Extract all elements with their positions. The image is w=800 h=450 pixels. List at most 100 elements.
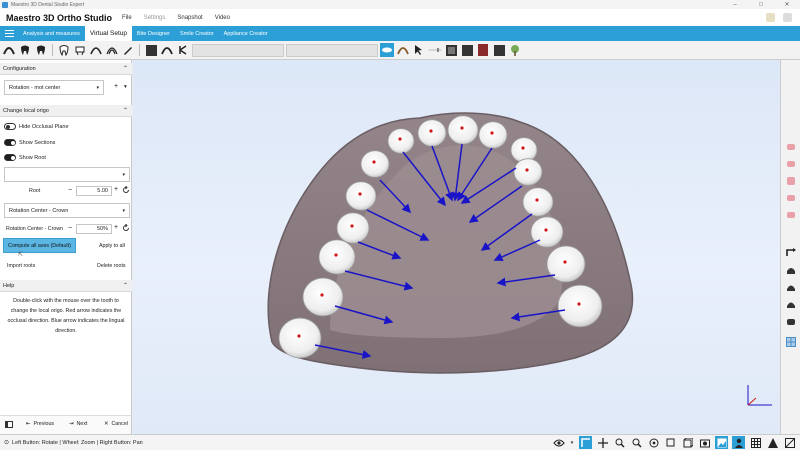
rotation-center-select[interactable]: Rotation Center - Crown ▾ xyxy=(4,203,130,218)
toolbar-combo-1[interactable] xyxy=(192,43,284,57)
reset-icon[interactable] xyxy=(122,223,130,234)
configuration-select[interactable]: Rotation - mot center ▾ xyxy=(4,80,104,95)
tooth[interactable] xyxy=(302,277,344,317)
3d-viewport[interactable] xyxy=(133,60,780,434)
add-configuration-button[interactable]: + xyxy=(114,83,118,90)
previous-button[interactable]: ⇤ Previous xyxy=(26,421,54,427)
tooth[interactable] xyxy=(345,181,377,211)
toolbar-combo-2[interactable] xyxy=(286,43,378,57)
rotation-decrement-button[interactable]: − xyxy=(68,225,72,232)
configuration-header[interactable]: Configuration ⌃ xyxy=(0,63,132,75)
film-icon[interactable] xyxy=(444,43,458,57)
grid-icon[interactable] xyxy=(460,43,474,57)
tooth[interactable] xyxy=(318,239,356,275)
warning-icon[interactable] xyxy=(766,436,779,449)
torque-tool-icon[interactable] xyxy=(176,43,190,57)
person-icon[interactable] xyxy=(732,436,745,449)
arch-double-icon[interactable] xyxy=(105,43,119,57)
grid-view-icon[interactable] xyxy=(784,335,798,349)
hide-occlusal-plane-toggle[interactable] xyxy=(4,123,16,130)
tooth[interactable] xyxy=(387,128,415,154)
image-icon[interactable] xyxy=(715,436,728,449)
eye-dropdown-icon[interactable]: ▾ xyxy=(569,436,575,449)
apply-to-all-button[interactable]: Apply to all xyxy=(99,243,125,249)
cube-icon[interactable] xyxy=(681,436,694,449)
tab-smile-creator[interactable]: Smile Creator xyxy=(175,26,219,41)
occlusion-icon[interactable] xyxy=(784,191,798,205)
tooth-crown-icon[interactable] xyxy=(73,43,87,57)
cursor-icon[interactable] xyxy=(412,43,426,57)
tab-appliance-creator[interactable]: Appliance Creator xyxy=(219,26,273,41)
horizontal-plane-icon[interactable] xyxy=(380,43,394,57)
tooth-select[interactable]: ▾ xyxy=(4,167,130,182)
rotation-increment-button[interactable]: + xyxy=(114,224,118,231)
tooth[interactable] xyxy=(360,150,390,178)
slider-icon[interactable] xyxy=(428,43,442,57)
tooth-bottom-icon[interactable] xyxy=(784,314,798,328)
collapse-chevron-icon[interactable]: ⌃ xyxy=(123,282,128,289)
rotate-view-icon[interactable] xyxy=(784,246,798,260)
tooth[interactable] xyxy=(278,317,322,359)
arch-line-icon[interactable] xyxy=(89,43,103,57)
close-button[interactable]: ✕ xyxy=(774,1,800,8)
tooth[interactable] xyxy=(557,284,603,328)
tooth[interactable] xyxy=(522,187,554,217)
menu-snapshot[interactable]: Snapshot xyxy=(177,15,202,21)
chat-icon[interactable] xyxy=(766,13,775,22)
menu-video[interactable]: Video xyxy=(215,15,230,21)
tooth[interactable] xyxy=(336,212,370,244)
tooth[interactable] xyxy=(513,158,543,186)
ruler-icon[interactable] xyxy=(783,436,796,449)
copy-view-icon[interactable] xyxy=(664,436,677,449)
show-root-toggle[interactable] xyxy=(4,154,16,161)
tree-icon[interactable] xyxy=(508,43,522,57)
show-sections-toggle[interactable] xyxy=(4,139,16,146)
menu-settings[interactable]: Settings xyxy=(144,15,166,21)
cancel-button[interactable]: ✕ Cancel xyxy=(104,421,128,427)
target-icon[interactable] xyxy=(647,436,660,449)
eye-icon[interactable] xyxy=(552,436,565,449)
menu-file[interactable]: File xyxy=(122,15,132,21)
tooth[interactable] xyxy=(546,245,586,283)
tooth[interactable] xyxy=(478,121,508,149)
arch-wire-icon[interactable] xyxy=(396,43,410,57)
tab-analysis-and-measures[interactable]: Analysis and measures xyxy=(18,26,85,41)
root-increment-button[interactable]: + xyxy=(114,186,118,193)
minimize-button[interactable]: – xyxy=(722,2,748,8)
tooth-front-icon[interactable] xyxy=(784,280,798,294)
tooth[interactable] xyxy=(417,119,447,147)
tooth-outline-icon[interactable] xyxy=(57,43,71,57)
user-icon[interactable] xyxy=(783,13,792,22)
pan-icon[interactable] xyxy=(596,436,609,449)
collapse-chevron-icon[interactable]: ⌃ xyxy=(123,65,128,72)
configuration-more-button[interactable]: ▾ xyxy=(124,84,127,90)
square-icon[interactable] xyxy=(144,43,158,57)
tooth-icon[interactable] xyxy=(18,43,32,57)
hamburger-menu-icon[interactable] xyxy=(0,26,18,41)
upper-jaw-icon[interactable] xyxy=(784,140,798,154)
panel-toggle-icon[interactable] xyxy=(5,421,13,428)
arch-icon[interactable] xyxy=(2,43,16,57)
help-header[interactable]: Help ⌃ xyxy=(0,280,132,292)
root-value-input[interactable]: 5.00 xyxy=(76,186,112,196)
tooth[interactable] xyxy=(447,115,479,145)
lower-jaw-icon[interactable] xyxy=(784,157,798,171)
collapse-chevron-icon[interactable]: ⌃ xyxy=(123,107,128,114)
zoom-in-icon[interactable] xyxy=(613,436,626,449)
tooth-top-icon[interactable] xyxy=(784,263,798,277)
tab-virtual-setup[interactable]: Virtual Setup xyxy=(84,26,132,41)
both-jaws-icon[interactable] xyxy=(784,174,798,188)
grid-icon[interactable] xyxy=(749,436,762,449)
camera-icon[interactable] xyxy=(698,436,711,449)
book-icon[interactable] xyxy=(476,43,490,57)
panel-icon[interactable] xyxy=(492,43,506,57)
zoom-out-icon[interactable] xyxy=(630,436,643,449)
tooth-side-icon[interactable] xyxy=(784,297,798,311)
reset-icon[interactable] xyxy=(122,185,130,196)
jaw-model[interactable] xyxy=(133,60,780,434)
change-local-origo-header[interactable]: Change local origo ⌃ xyxy=(0,105,132,117)
compute-all-axes-button[interactable]: Compute all axes (Default) xyxy=(3,238,76,253)
rotation-value-input[interactable]: 50% xyxy=(76,224,112,234)
maximize-button[interactable]: □ xyxy=(748,2,774,8)
pen-icon[interactable] xyxy=(121,43,135,57)
